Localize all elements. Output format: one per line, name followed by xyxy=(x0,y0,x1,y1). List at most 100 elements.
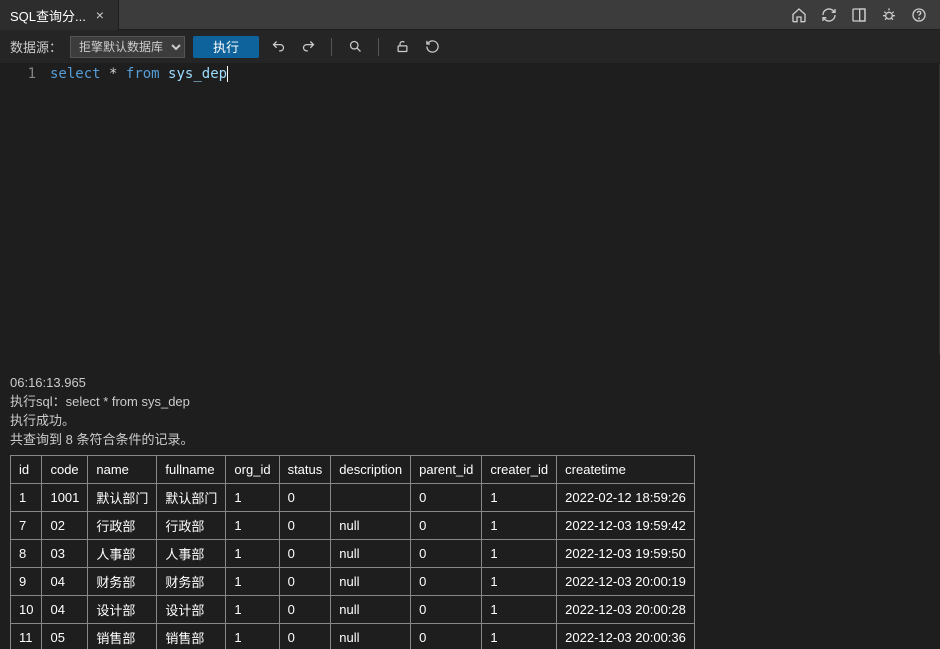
cell-description: null xyxy=(331,624,411,649)
table-row[interactable]: 11001默认部门默认部门10012022-02-12 18:59:26 xyxy=(11,484,695,512)
title-actions xyxy=(788,0,940,29)
cell-description: null xyxy=(331,512,411,540)
close-icon[interactable]: × xyxy=(92,7,108,23)
col-createtime: createtime xyxy=(557,456,695,484)
cell-code: 03 xyxy=(42,540,88,568)
cell-id: 1 xyxy=(11,484,42,512)
table-header-row: idcodenamefullnameorg_idstatusdescriptio… xyxy=(11,456,695,484)
help-icon[interactable] xyxy=(908,4,930,26)
cell-parent_id: 0 xyxy=(411,568,482,596)
cell-status: 0 xyxy=(279,568,331,596)
cell-createtime: 2022-12-03 19:59:42 xyxy=(557,512,695,540)
cell-name: 设计部 xyxy=(88,596,157,624)
cell-org_id: 1 xyxy=(226,624,279,649)
datasource-select[interactable]: 拒擎默认数据库 xyxy=(70,36,185,58)
refresh-icon[interactable] xyxy=(818,4,840,26)
cell-status: 0 xyxy=(279,540,331,568)
home-icon[interactable] xyxy=(788,4,810,26)
code-area[interactable]: select * from sys_dep xyxy=(50,64,939,354)
cell-creater_id: 1 xyxy=(482,568,557,596)
cell-createtime: 2022-12-03 20:00:28 xyxy=(557,596,695,624)
cell-org_id: 1 xyxy=(226,596,279,624)
cell-name: 人事部 xyxy=(88,540,157,568)
col-description: description xyxy=(331,456,411,484)
cell-org_id: 1 xyxy=(226,568,279,596)
cell-creater_id: 1 xyxy=(482,624,557,649)
undo-icon[interactable] xyxy=(267,36,289,58)
col-parent_id: parent_id xyxy=(411,456,482,484)
col-creater_id: creater_id xyxy=(482,456,557,484)
cell-name: 行政部 xyxy=(88,512,157,540)
cell-id: 10 xyxy=(11,596,42,624)
cell-id: 11 xyxy=(11,624,42,649)
table-row[interactable]: 702行政部行政部10null012022-12-03 19:59:42 xyxy=(11,512,695,540)
cell-fullname: 行政部 xyxy=(157,512,226,540)
sql-editor[interactable]: 1 select * from sys_dep xyxy=(0,64,940,354)
cell-createtime: 2022-02-12 18:59:26 xyxy=(557,484,695,512)
identifier: sys_dep xyxy=(168,66,227,82)
search-icon[interactable] xyxy=(344,36,366,58)
tab-label: SQL查询分... xyxy=(10,6,86,25)
cell-fullname: 人事部 xyxy=(157,540,226,568)
keyword-select: select xyxy=(50,66,101,82)
cell-status: 0 xyxy=(279,512,331,540)
title-bar: SQL查询分... × xyxy=(0,0,940,30)
log-count: 共查询到 8 条符合条件的记录。 xyxy=(10,431,930,450)
results-panel: 06:16:13.965 执行sql：select * from sys_dep… xyxy=(0,354,940,649)
cell-name: 财务部 xyxy=(88,568,157,596)
line-number: 1 xyxy=(0,66,36,82)
separator xyxy=(331,38,332,56)
cell-parent_id: 0 xyxy=(411,512,482,540)
cell-creater_id: 1 xyxy=(482,512,557,540)
cell-code: 1001 xyxy=(42,484,88,512)
toolbar: 数据源： 拒擎默认数据库 执行 xyxy=(0,30,940,64)
redo-icon[interactable] xyxy=(297,36,319,58)
col-name: name xyxy=(88,456,157,484)
cell-parent_id: 0 xyxy=(411,540,482,568)
cell-code: 04 xyxy=(42,568,88,596)
table-row[interactable]: 1105销售部销售部10null012022-12-03 20:00:36 xyxy=(11,624,695,649)
table-body: 11001默认部门默认部门10012022-02-12 18:59:26702行… xyxy=(11,484,695,649)
cell-description xyxy=(331,484,411,512)
cell-creater_id: 1 xyxy=(482,540,557,568)
cell-description: null xyxy=(331,596,411,624)
cell-fullname: 默认部门 xyxy=(157,484,226,512)
cell-id: 8 xyxy=(11,540,42,568)
line-gutter: 1 xyxy=(0,64,50,354)
cell-parent_id: 0 xyxy=(411,624,482,649)
cell-parent_id: 0 xyxy=(411,596,482,624)
tab-bar: SQL查询分... × xyxy=(0,0,119,29)
execute-button[interactable]: 执行 xyxy=(193,36,259,58)
keyword-from: from xyxy=(126,66,160,82)
cell-createtime: 2022-12-03 20:00:19 xyxy=(557,568,695,596)
cell-parent_id: 0 xyxy=(411,484,482,512)
cell-status: 0 xyxy=(279,484,331,512)
col-id: id xyxy=(11,456,42,484)
cell-status: 0 xyxy=(279,624,331,649)
cell-creater_id: 1 xyxy=(482,596,557,624)
cell-description: null xyxy=(331,540,411,568)
log-time: 06:16:13.965 xyxy=(10,374,930,393)
cell-name: 默认部门 xyxy=(88,484,157,512)
layout-icon[interactable] xyxy=(848,4,870,26)
cell-id: 9 xyxy=(11,568,42,596)
col-org_id: org_id xyxy=(226,456,279,484)
table-row[interactable]: 803人事部人事部10null012022-12-03 19:59:50 xyxy=(11,540,695,568)
col-code: code xyxy=(42,456,88,484)
cell-org_id: 1 xyxy=(226,540,279,568)
bug-icon[interactable] xyxy=(878,4,900,26)
reload-icon[interactable] xyxy=(421,36,443,58)
tab-sql-query[interactable]: SQL查询分... × xyxy=(0,0,119,30)
operator-star: * xyxy=(109,66,117,82)
result-table: idcodenamefullnameorg_idstatusdescriptio… xyxy=(10,455,695,649)
table-row[interactable]: 904财务部财务部10null012022-12-03 20:00:19 xyxy=(11,568,695,596)
cell-creater_id: 1 xyxy=(482,484,557,512)
unlock-icon[interactable] xyxy=(391,36,413,58)
col-status: status xyxy=(279,456,331,484)
cell-description: null xyxy=(331,568,411,596)
table-row[interactable]: 1004设计部设计部10null012022-12-03 20:00:28 xyxy=(11,596,695,624)
cell-fullname: 财务部 xyxy=(157,568,226,596)
cell-org_id: 1 xyxy=(226,512,279,540)
cell-code: 02 xyxy=(42,512,88,540)
separator xyxy=(378,38,379,56)
